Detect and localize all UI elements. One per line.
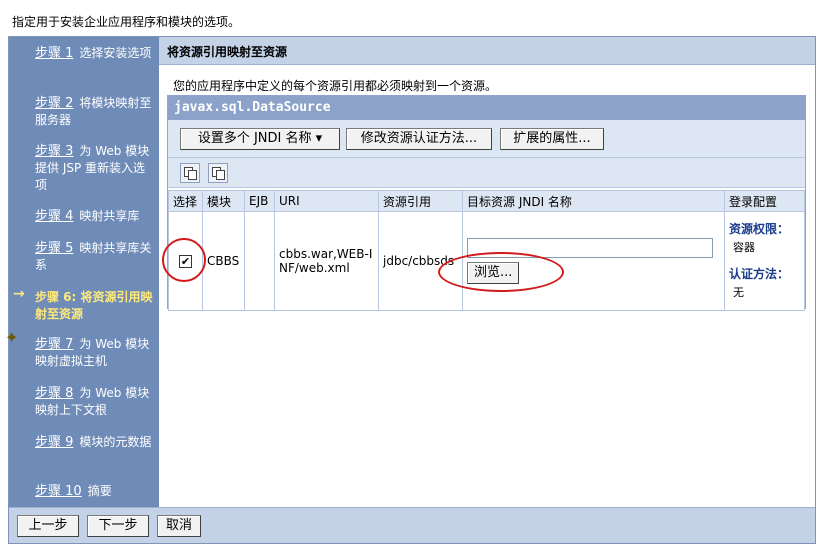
deselect-all-icon[interactable] <box>208 163 228 183</box>
wizard-frame: 步骤 1 选择安装选项 步骤 2 将模块映射至服务器 步骤 3为 Web 模块提供 … <box>5 36 816 544</box>
previous-button[interactable]: 上一步 <box>17 515 79 537</box>
step-4[interactable]: 步骤 4 映射共享库 <box>35 208 157 225</box>
page-title: 将资源引用映射至资源 <box>159 37 815 65</box>
step-6-label: 步骤 6: 将资源引用映射至资源 <box>35 290 153 321</box>
uri-cell: cbbs.war,WEB-INF/web.xml <box>274 211 379 311</box>
resource-mapping-table: 选择 模块 EJB URI 资源引用 目标资源 JNDI 名称 登录配置 ✔ C… <box>168 190 805 311</box>
panel-title: javax.sql.DataSource <box>168 96 805 120</box>
row-select-checkbox[interactable]: ✔ <box>179 255 192 268</box>
col-uri: URI <box>274 190 379 212</box>
col-target-jndi: 目标资源 JNDI 名称 <box>462 190 725 212</box>
step-8[interactable]: 步骤 8为 Web 模块映射上下文根 <box>35 385 157 419</box>
next-button[interactable]: 下一步 <box>87 515 149 537</box>
select-all-icon[interactable] <box>180 163 200 183</box>
step-9-label: 模块的元数据 <box>79 435 152 449</box>
auth-method-value: 无 <box>733 286 744 299</box>
table-header-row: 选择 模块 EJB URI 资源引用 目标资源 JNDI 名称 登录配置 <box>168 190 805 212</box>
action-toolbar: 设置多个 JNDI 名称 ▾ 修改资源认证方法... 扩展的属性... <box>168 120 805 158</box>
page-description: 您的应用程序中定义的每个资源引用都必须映射到一个资源。 <box>173 79 498 93</box>
step-4-link[interactable]: 步骤 4 <box>35 209 73 224</box>
current-step-arrow-icon: → <box>13 286 25 302</box>
wizard-footer: 上一步 下一步 取消 <box>9 507 815 543</box>
step-9[interactable]: 步骤 9 模块的元数据 <box>35 434 157 451</box>
col-resource-ref: 资源引用 <box>378 190 463 212</box>
step-7-link[interactable]: 步骤 7 <box>35 337 73 352</box>
datasource-panel: javax.sql.DataSource 设置多个 JNDI 名称 ▾ 修改资源… <box>167 95 806 311</box>
cancel-button[interactable]: 取消 <box>157 515 201 537</box>
main-content: 将资源引用映射至资源 您的应用程序中定义的每个资源引用都必须映射到一个资源。 j… <box>159 37 815 507</box>
jndi-name-input[interactable] <box>467 238 713 258</box>
set-multiple-jndi-button[interactable]: 设置多个 JNDI 名称 ▾ <box>180 128 340 150</box>
col-ejb: EJB <box>244 190 275 212</box>
set-jndi-label: 设置多个 JNDI 名称 <box>197 131 312 146</box>
step-8-link[interactable]: 步骤 8 <box>35 386 73 401</box>
login-config-cell: 资源权限： 容器 认证方法： 无 <box>724 211 805 311</box>
auth-permission-value: 容器 <box>733 241 755 254</box>
chevron-down-icon: ▾ <box>315 131 323 146</box>
jndi-cell: 浏览... <box>462 211 725 311</box>
step-5-link[interactable]: 步骤 5 <box>35 241 73 256</box>
page-instructions: 指定用于安装企业应用程序和模块的选项。 <box>12 15 241 29</box>
auth-permission-label: 资源权限： <box>729 222 790 236</box>
col-login-config: 登录配置 <box>724 190 805 212</box>
step-1-link[interactable]: 步骤 1 <box>35 46 73 61</box>
step-10-label: 摘要 <box>87 484 112 498</box>
module-cell: CBBS <box>202 211 245 311</box>
step-1-label: 选择安装选项 <box>79 46 152 60</box>
modify-auth-method-button[interactable]: 修改资源认证方法... <box>346 128 492 150</box>
col-select: 选择 <box>168 190 203 212</box>
step-3-link[interactable]: 步骤 3 <box>35 144 73 159</box>
step-3[interactable]: 步骤 3为 Web 模块提供 JSP 重新装入选项 <box>35 143 157 194</box>
step-4-label: 映射共享库 <box>79 209 140 223</box>
resource-ref-cell: jdbc/cbbsds <box>378 211 463 311</box>
step-9-link[interactable]: 步骤 9 <box>35 435 73 450</box>
browse-button[interactable]: 浏览... <box>467 262 520 284</box>
extended-properties-button[interactable]: 扩展的属性... <box>500 128 604 150</box>
auth-method-label: 认证方法： <box>729 267 790 281</box>
step-1[interactable]: 步骤 1 选择安装选项 <box>35 45 157 62</box>
step-2-link[interactable]: 步骤 2 <box>35 96 73 111</box>
step-10-link[interactable]: 步骤 10 <box>35 484 82 499</box>
step-5[interactable]: 步骤 5 映射共享库关系 <box>35 240 157 274</box>
ejb-cell <box>244 211 275 311</box>
step-2[interactable]: 步骤 2 将模块映射至服务器 <box>35 95 157 129</box>
select-cell: ✔ <box>168 211 203 311</box>
selection-iconbar <box>168 158 805 188</box>
star-icon: ✦ <box>5 328 19 347</box>
col-module: 模块 <box>202 190 245 212</box>
table-row: ✔ CBBS cbbs.war,WEB-INF/web.xml jdbc/cbb… <box>168 211 805 311</box>
wizard-steps-sidebar: 步骤 1 选择安装选项 步骤 2 将模块映射至服务器 步骤 3为 Web 模块提供 … <box>5 37 159 507</box>
step-7[interactable]: 步骤 7为 Web 模块映射虚拟主机 <box>35 336 157 370</box>
step-10[interactable]: 步骤 10 摘要 <box>35 483 157 500</box>
step-6-current: 步骤 6: 将资源引用映射至资源 <box>35 289 157 323</box>
